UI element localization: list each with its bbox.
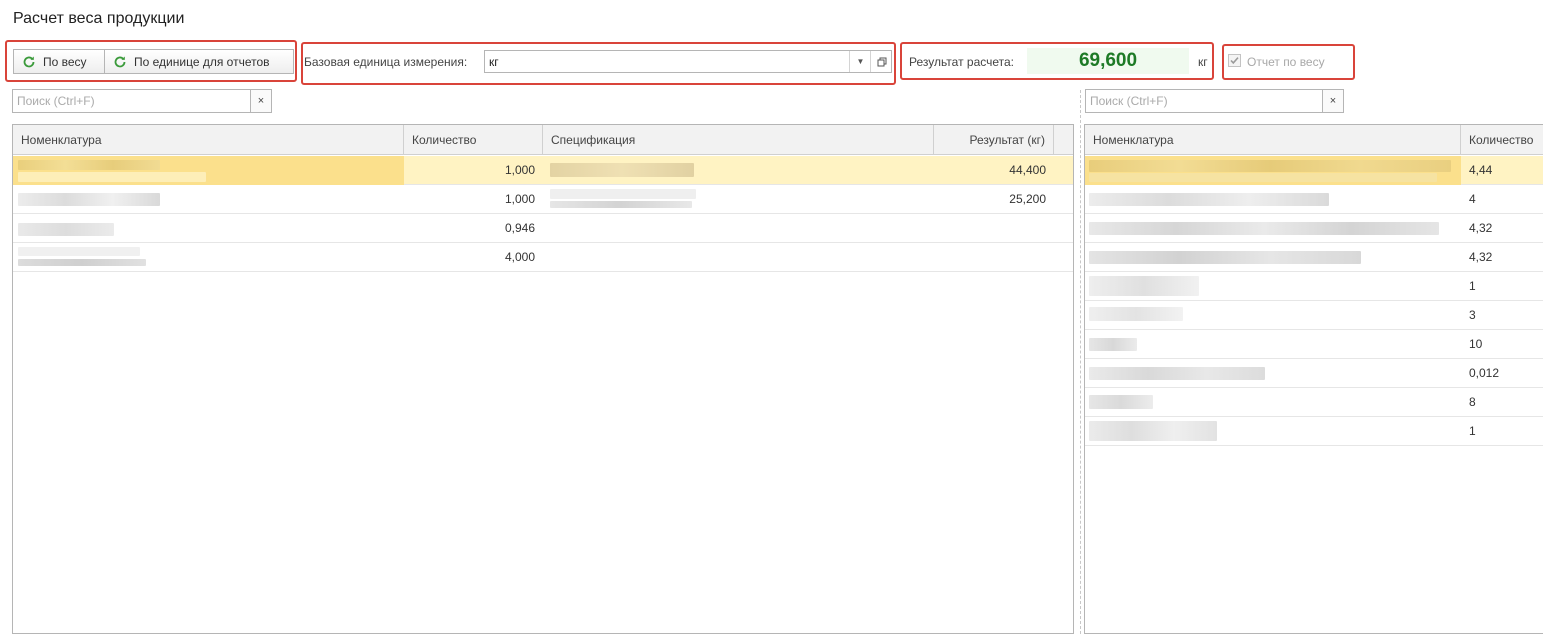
left-search-input[interactable]: Поиск (Ctrl+F) xyxy=(12,89,251,113)
table-row[interactable]: 1 xyxy=(1085,417,1543,446)
table-row[interactable]: 3 xyxy=(1085,301,1543,330)
redacted-text xyxy=(1089,395,1153,409)
nomenclature-cell xyxy=(1085,388,1461,417)
refresh-icon xyxy=(22,55,36,69)
page-title: Расчет веса продукции xyxy=(13,10,185,27)
quantity-cell: 0,012 xyxy=(1469,366,1500,380)
nomenclature-cell xyxy=(1085,156,1461,185)
nomenclature-cell xyxy=(13,156,404,185)
redacted-text xyxy=(1089,421,1217,441)
right-table-header: Номенклатура Количество xyxy=(1085,125,1543,155)
quantity-cell: 4,000 xyxy=(504,250,535,264)
column-header-quantity[interactable]: Количество xyxy=(404,125,543,155)
result-unit: кг xyxy=(1198,55,1208,69)
by-report-unit-label: По единице для отчетов xyxy=(134,54,270,69)
quantity-cell: 3 xyxy=(1469,308,1476,322)
table-row[interactable]: 4 xyxy=(1085,185,1543,214)
result-label: Результат расчета: xyxy=(909,55,1015,69)
redacted-text xyxy=(1089,251,1361,264)
nomenclature-cell xyxy=(1085,330,1461,359)
table-row[interactable]: 0,012 xyxy=(1085,359,1543,388)
table-row[interactable]: 1 xyxy=(1085,272,1543,301)
quantity-cell: 4 xyxy=(1469,192,1476,206)
redacted-text xyxy=(1089,173,1437,182)
table-row[interactable]: 4,32 xyxy=(1085,243,1543,272)
chevron-down-icon[interactable]: ▼ xyxy=(849,51,871,72)
quantity-cell: 1,000 xyxy=(504,192,535,206)
result-cell: 44,400 xyxy=(1009,163,1046,177)
left-table-header: Номенклатура Количество Спецификация Рез… xyxy=(13,125,1073,155)
redacted-text xyxy=(18,160,160,170)
nomenclature-cell xyxy=(13,214,404,243)
redacted-text xyxy=(1089,276,1199,296)
table-row[interactable]: 0,946 xyxy=(13,214,1073,243)
column-header-specification[interactable]: Спецификация xyxy=(543,125,934,155)
by-weight-label: По весу xyxy=(43,54,87,69)
nomenclature-cell xyxy=(1085,185,1461,214)
by-report-unit-button[interactable]: По единице для отчетов xyxy=(104,49,294,74)
table-row[interactable]: 1,000 44,400 xyxy=(13,156,1073,185)
quantity-cell: 10 xyxy=(1469,337,1483,351)
report-by-weight-label: Отчет по весу xyxy=(1247,55,1325,69)
redacted-text xyxy=(18,247,140,256)
specification-cell xyxy=(543,156,934,185)
redacted-text xyxy=(18,223,114,236)
right-search-clear-button[interactable]: × xyxy=(1322,89,1344,113)
column-header-nomenclature[interactable]: Номенклатура xyxy=(1085,125,1461,155)
left-table: Номенклатура Количество Спецификация Рез… xyxy=(12,124,1074,634)
result-value: 69,600 xyxy=(1027,48,1189,74)
redacted-text xyxy=(18,172,206,182)
nomenclature-cell xyxy=(1085,214,1461,243)
report-by-weight-checkbox[interactable] xyxy=(1228,54,1241,67)
column-header-quantity[interactable]: Количество xyxy=(1461,125,1543,155)
redacted-text xyxy=(18,193,160,206)
redacted-text xyxy=(550,201,692,208)
redacted-text xyxy=(1089,307,1183,321)
quantity-cell: 4,44 xyxy=(1469,163,1493,177)
quantity-cell: 8 xyxy=(1469,395,1476,409)
specification-cell xyxy=(543,185,934,214)
redacted-text xyxy=(1089,222,1439,235)
base-unit-field[interactable]: кг ▼ xyxy=(484,50,892,73)
nomenclature-cell xyxy=(1085,301,1461,330)
checkbox-icon xyxy=(1230,57,1239,65)
nomenclature-cell xyxy=(13,185,404,214)
quantity-cell: 0,946 xyxy=(504,221,535,235)
nomenclature-cell xyxy=(13,243,404,272)
base-unit-value: кг xyxy=(489,54,499,69)
nomenclature-cell xyxy=(1085,272,1461,301)
quantity-cell: 1 xyxy=(1469,424,1476,438)
redacted-text xyxy=(1089,193,1329,206)
base-unit-label: Базовая единица измерения: xyxy=(304,55,468,69)
left-search-clear-button[interactable]: × xyxy=(250,89,272,113)
result-cell: 25,200 xyxy=(1009,192,1046,206)
redacted-text xyxy=(1089,338,1137,351)
redacted-text xyxy=(1089,160,1451,172)
right-search-input[interactable]: Поиск (Ctrl+F) xyxy=(1085,89,1323,113)
table-row[interactable]: 4,44 xyxy=(1085,156,1543,185)
open-form-icon[interactable] xyxy=(870,51,892,72)
nomenclature-cell xyxy=(1085,243,1461,272)
nomenclature-cell xyxy=(1085,359,1461,388)
redacted-text xyxy=(1089,367,1265,380)
redacted-text xyxy=(550,189,696,199)
panel-splitter[interactable] xyxy=(1080,90,1081,634)
table-row[interactable]: 1,000 25,200 xyxy=(13,185,1073,214)
refresh-icon xyxy=(113,55,127,69)
table-row[interactable]: 4,000 xyxy=(13,243,1073,272)
quantity-cell: 4,32 xyxy=(1469,250,1493,264)
table-row[interactable]: 10 xyxy=(1085,330,1543,359)
redacted-text xyxy=(550,163,694,177)
table-row[interactable]: 8 xyxy=(1085,388,1543,417)
column-header-nomenclature[interactable]: Номенклатура xyxy=(13,125,404,155)
quantity-cell: 1,000 xyxy=(504,163,535,177)
right-table: Номенклатура Количество 4,44 4 4,32 4,32… xyxy=(1084,124,1543,634)
by-weight-button[interactable]: По весу xyxy=(13,49,105,74)
quantity-cell: 4,32 xyxy=(1469,221,1493,235)
nomenclature-cell xyxy=(1085,417,1461,446)
quantity-cell: 1 xyxy=(1469,279,1476,293)
redacted-text xyxy=(18,259,146,266)
table-row[interactable]: 4,32 xyxy=(1085,214,1543,243)
column-header-result-kg[interactable]: Результат (кг) xyxy=(934,125,1054,155)
